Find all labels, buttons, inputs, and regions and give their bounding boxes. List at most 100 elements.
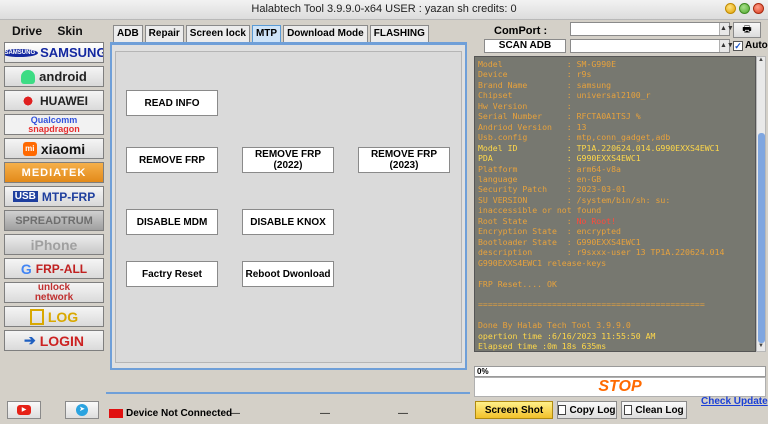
brand-qualcomm-button[interactable]: Qualcomm snapdragon <box>4 114 104 135</box>
youtube-button[interactable]: ▶ <box>7 401 41 419</box>
log-line: G990EXXS4EWC1 release-keys <box>478 257 607 268</box>
log-line: SU VERSION : /system/bin/sh: su: <box>478 194 671 205</box>
panel-divider <box>106 392 470 394</box>
log-line: Andriod Version : 13 <box>478 121 587 132</box>
tab-flashing[interactable]: FLASHING <box>369 25 429 42</box>
telegram-button[interactable]: ➤ <box>65 401 99 419</box>
log-line: ========================================… <box>478 299 705 310</box>
mtp-panel: READ INFO REMOVE FRP REMOVE FRP (2022) R… <box>110 42 467 370</box>
brand-xiaomi-label: xiaomi <box>40 140 86 157</box>
status-separator-3: — <box>398 408 408 419</box>
log-output[interactable]: Model : SM-G990E Device : r9s Brand Name :… <box>474 56 756 352</box>
remove-frp-2022-line2: (2022) <box>273 160 303 171</box>
status-separator-2: — <box>320 408 330 419</box>
brand-login-button[interactable]: ➔ LOGIN <box>4 330 104 351</box>
tab-download-mode[interactable]: Download Mode <box>283 25 368 42</box>
factry-reset-button[interactable]: Factry Reset <box>126 261 218 287</box>
scroll-up-icon[interactable]: ▲ <box>757 57 765 65</box>
reboot-download-button[interactable]: Reboot Dwonload <box>242 261 334 287</box>
mi-icon: mi <box>22 141 37 156</box>
close-button[interactable] <box>753 3 764 14</box>
telegram-icon: ➤ <box>76 404 88 416</box>
remove-frp-2023-line2: (2023) <box>389 160 419 171</box>
brand-snapdragon-label: snapdragon <box>28 123 80 134</box>
printer-button[interactable]: 🖶 <box>733 22 761 38</box>
brand-samsung-button[interactable]: SAMSUNG SAMSUNG <box>4 42 104 63</box>
chevron-down-icon[interactable]: ▲▼ <box>719 40 734 52</box>
log-line: FRP Reset.... OK <box>478 278 557 289</box>
log-line: inaccessible or not found <box>478 205 602 216</box>
brand-log-button[interactable]: LOG <box>4 306 104 327</box>
brand-mediatek-label: MEDIATEK <box>21 166 87 179</box>
read-info-button[interactable]: READ INFO <box>126 90 218 116</box>
tab-repair[interactable]: Repair <box>144 25 184 42</box>
brand-spreadtrum-button[interactable]: SPREADTRUM <box>4 210 104 231</box>
brand-mtp-frp-button[interactable]: USB MTP-FRP <box>4 186 104 207</box>
copy-log-button[interactable]: Copy Log <box>557 401 617 419</box>
brand-huawei-button[interactable]: HUAWEI <box>4 90 104 111</box>
menu-skin[interactable]: Skin <box>57 24 82 38</box>
brand-unlock-network-button[interactable]: unlock network <box>4 282 104 303</box>
log-line: Model : SM-G990E <box>478 59 617 69</box>
log-line: PDA : G990EXXS4EWC1 <box>478 153 641 164</box>
log-line: opertion time :6/16/2023 11:55:50 AM <box>478 330 656 341</box>
tab-bar: ADB Repair Screen lock MTP Download Mode… <box>113 25 431 43</box>
clean-log-label: Clean Log <box>635 404 684 416</box>
brand-android-button[interactable]: android <box>4 66 104 87</box>
title-bar: Halabtech Tool 3.9.9.0-x64 USER : yazan … <box>0 0 768 20</box>
chevron-down-icon[interactable]: ▲▼ <box>719 23 734 35</box>
brand-mediatek-button[interactable]: MEDIATEK <box>4 162 104 183</box>
log-scrollbar[interactable]: ▲ ▼ <box>756 56 766 352</box>
log-line: Root State : No Root! <box>478 215 617 226</box>
youtube-icon: ▶ <box>17 405 31 415</box>
stop-button[interactable]: STOP <box>474 377 766 397</box>
screen-shot-button[interactable]: Screen Shot <box>475 401 553 419</box>
log-line: Usb.config : mtp,conn_gadget,adb <box>478 132 671 143</box>
auto-checkbox[interactable]: ✓ Auto <box>733 40 768 51</box>
disable-mdm-button[interactable]: DISABLE MDM <box>126 209 218 235</box>
brand-login-label: LOGIN <box>39 332 85 349</box>
scan-adb-button[interactable]: SCAN ADB <box>484 39 566 53</box>
minimize-button[interactable] <box>725 3 736 14</box>
log-line: Platform : arm64-v8a <box>478 163 621 174</box>
connection-status-icon <box>109 409 123 418</box>
menu-drive[interactable]: Drive <box>12 24 42 38</box>
tab-screen-lock[interactable]: Screen lock <box>185 25 250 42</box>
tab-mtp[interactable]: MTP <box>251 25 282 43</box>
scroll-down-icon[interactable]: ▼ <box>757 343 765 351</box>
copy-log-label: Copy Log <box>569 404 616 416</box>
brand-frp-all-button[interactable]: G FRP-ALL <box>4 258 104 279</box>
login-icon: ➔ <box>23 332 36 348</box>
maximize-button[interactable] <box>739 3 750 14</box>
brand-xiaomi-button[interactable]: mi xiaomi <box>4 138 104 159</box>
auto-label: Auto <box>745 40 768 51</box>
samsung-logo-icon: SAMSUNG <box>5 48 39 57</box>
comport-select[interactable]: ▲▼ <box>570 22 734 36</box>
log-line: Hw Version : <box>478 100 577 111</box>
log-line: Done By Halab Tech Tool 3.9.9.0 <box>478 320 631 331</box>
disable-knox-button[interactable]: DISABLE KNOX <box>242 209 334 235</box>
android-icon <box>21 69 36 84</box>
adb-device-select[interactable]: ▲▼ <box>570 39 734 53</box>
log-line: Encryption State : encrypted <box>478 226 621 237</box>
log-line: Model ID : TP1A.220624.014.G990EXXS4EWC1 <box>478 142 720 153</box>
check-update-link[interactable]: Check Update <box>701 396 768 407</box>
remove-frp-button[interactable]: REMOVE FRP <box>126 147 218 173</box>
remove-frp-2023-button[interactable]: REMOVE FRP (2023) <box>358 147 450 173</box>
clean-log-button[interactable]: Clean Log <box>621 401 687 419</box>
remove-frp-2022-button[interactable]: REMOVE FRP (2022) <box>242 147 334 173</box>
huawei-icon <box>20 93 36 108</box>
remove-frp-2023-line1: REMOVE FRP <box>370 149 438 160</box>
comport-label: ComPort : <box>494 25 548 37</box>
tab-adb[interactable]: ADB <box>113 25 143 42</box>
log-line: Serial Number : RFCTA0A1TSJ % <box>478 111 641 122</box>
scrollbar-thumb[interactable] <box>758 133 765 343</box>
brand-network-label: network <box>34 291 74 303</box>
brand-iphone-button[interactable]: iPhone <box>4 234 104 255</box>
brand-log-label: LOG <box>47 308 79 325</box>
log-icon <box>29 308 44 325</box>
progress-text: 0% <box>477 367 489 376</box>
brand-iphone-label: iPhone <box>30 236 78 253</box>
